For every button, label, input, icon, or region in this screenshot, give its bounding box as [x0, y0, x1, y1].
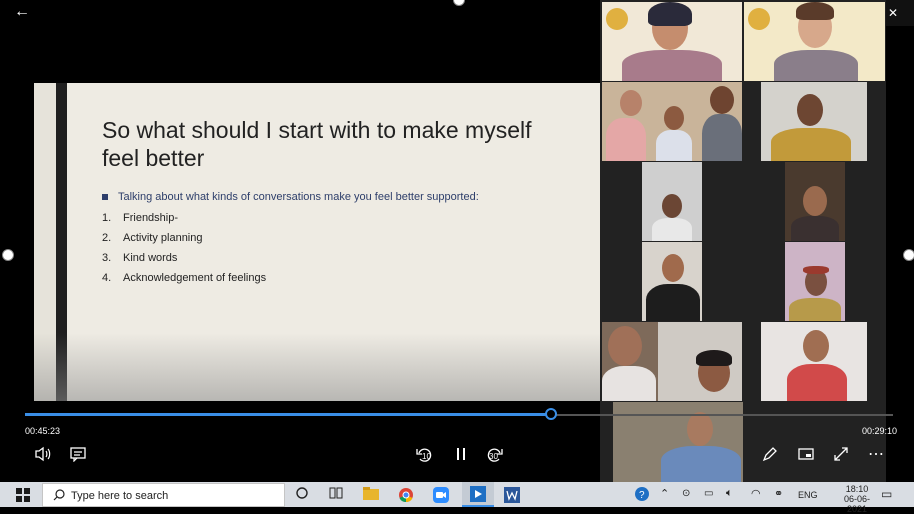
- search-icon: [53, 489, 65, 504]
- skip-forward-label: 30: [489, 452, 498, 461]
- list-text: Activity planning: [123, 232, 203, 244]
- list-number: 1.: [102, 212, 112, 224]
- search-placeholder: Type here to search: [71, 490, 169, 502]
- language-indicator[interactable]: ENG: [798, 490, 818, 500]
- subtitles-icon[interactable]: [70, 446, 86, 467]
- media-player-taskbar-item[interactable]: [462, 482, 494, 507]
- slide-list-item: 1. Friendship-: [102, 212, 178, 224]
- network-icon[interactable]: ⚭: [774, 487, 783, 500]
- notification-icon[interactable]: ▭: [881, 487, 892, 501]
- fullscreen-icon[interactable]: [833, 446, 849, 467]
- slide-shadow: [34, 333, 600, 401]
- list-number: 3.: [102, 252, 112, 264]
- slide-list-item: 2. Activity planning: [102, 232, 203, 244]
- skip-forward-icon[interactable]: 30: [486, 446, 504, 469]
- participant-video-tile[interactable]: [761, 322, 867, 401]
- slide-bullet: Talking about what kinds of conversation…: [102, 191, 479, 203]
- more-options-icon[interactable]: ⋯: [868, 444, 884, 464]
- list-text: Acknowledgement of feelings: [123, 272, 267, 284]
- participant-video-tile[interactable]: [602, 322, 742, 401]
- video-player[interactable]: ← — ❐ ✕ So what should I start with to m…: [0, 0, 914, 482]
- windows-start-icon[interactable]: [16, 488, 30, 507]
- participant-video-tile[interactable]: [744, 2, 885, 81]
- skip-back-icon[interactable]: 10: [415, 446, 433, 469]
- remaining-time: 00:29:10: [862, 426, 898, 436]
- presentation-slide: So what should I start with to make myse…: [34, 83, 600, 401]
- zoom-icon[interactable]: [433, 487, 449, 503]
- speaker-icon[interactable]: 🔈︎: [726, 487, 733, 500]
- pause-icon[interactable]: [455, 446, 467, 467]
- resize-handle-top[interactable]: [453, 0, 465, 6]
- taskbar-search-box[interactable]: Type here to search: [42, 483, 285, 507]
- clock-time: 18:10: [845, 484, 869, 494]
- word-icon[interactable]: [504, 487, 520, 503]
- volume-icon[interactable]: [34, 446, 52, 467]
- clock[interactable]: 18:10 06-06-2021: [835, 484, 879, 514]
- pen-icon[interactable]: [762, 446, 778, 467]
- svg-text:?: ?: [639, 490, 645, 501]
- list-text: Kind words: [123, 252, 178, 264]
- slide-list-item: 3. Kind words: [102, 252, 177, 264]
- task-view-icon[interactable]: [328, 486, 344, 505]
- clock-date: 06-06-2021: [843, 494, 870, 514]
- list-text: Friendship-: [123, 212, 179, 224]
- participant-video-tile[interactable]: [642, 242, 702, 321]
- chrome-icon[interactable]: [398, 487, 414, 503]
- slide-title: So what should I start with to make myse…: [102, 117, 532, 171]
- seek-bar-progress: [25, 413, 552, 416]
- participant-video-tile[interactable]: [602, 2, 742, 81]
- mini-view-icon[interactable]: [798, 446, 814, 467]
- bullet-square-icon: [102, 194, 108, 201]
- wifi-icon[interactable]: ◠: [751, 487, 761, 500]
- skip-back-label: 10: [422, 452, 431, 461]
- chevron-up-icon[interactable]: ⌃: [660, 487, 669, 500]
- resize-handle-right[interactable]: [903, 249, 914, 261]
- participant-video-tile[interactable]: [761, 82, 867, 161]
- participant-video-tile[interactable]: [642, 162, 702, 241]
- participant-video-tile[interactable]: [602, 82, 742, 161]
- participant-video-tile[interactable]: [785, 242, 845, 321]
- meet-now-icon[interactable]: ⊙: [682, 488, 690, 499]
- close-icon[interactable]: ✕: [888, 6, 898, 20]
- list-number: 4.: [102, 272, 112, 284]
- cortana-icon[interactable]: [295, 486, 309, 505]
- slide-bullet-text: Talking about what kinds of conversation…: [118, 191, 479, 203]
- help-icon[interactable]: ?: [634, 486, 650, 507]
- file-explorer-icon[interactable]: [363, 487, 379, 503]
- slide-list-item: 4. Acknowledgement of feelings: [102, 272, 266, 284]
- resize-handle-left[interactable]: [2, 249, 14, 261]
- battery-icon[interactable]: ▭: [704, 488, 713, 499]
- list-number: 2.: [102, 232, 112, 244]
- participant-video-tile[interactable]: [785, 162, 845, 241]
- back-arrow-icon[interactable]: ←: [14, 3, 30, 21]
- seek-bar-thumb[interactable]: [545, 408, 557, 420]
- elapsed-time: 00:45:23: [25, 426, 61, 436]
